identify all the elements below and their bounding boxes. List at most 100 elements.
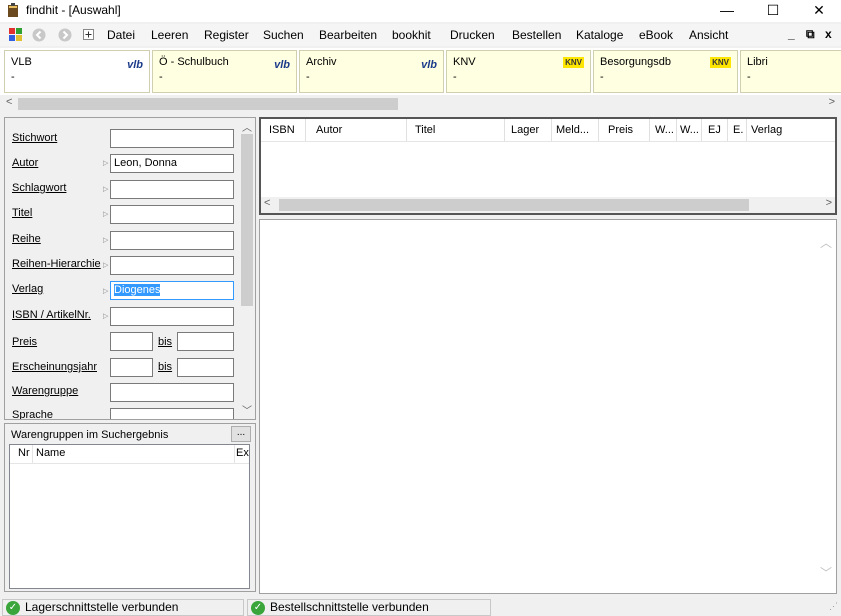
scroll-right-icon[interactable]: > [826, 197, 832, 209]
isbn-label: ISBN / ArtikelNr. [12, 309, 91, 321]
resize-grip-icon[interactable]: ⋰ [829, 601, 838, 612]
verlag-input-value: Diogenes [114, 284, 161, 296]
search-panel-scrollbar[interactable]: ︿ ﹀ [239, 118, 255, 419]
database-status: - [600, 71, 604, 83]
warengruppen-header: Warengruppen im Suchergebnis [11, 429, 169, 441]
preis-to-input[interactable] [177, 332, 234, 351]
back-icon[interactable] [32, 28, 46, 42]
titel-input[interactable] [110, 205, 234, 224]
column-header-preis[interactable]: Preis [608, 124, 633, 136]
header-divider [261, 141, 835, 142]
results-scrollbar[interactable]: < > [261, 197, 835, 213]
reihe-input[interactable] [110, 231, 234, 250]
database-tab-archiv[interactable]: Archiv - vlb [299, 50, 444, 93]
database-tab-vlb[interactable]: VLB - vlb [4, 50, 150, 93]
menu-ebook[interactable]: eBook [639, 28, 673, 42]
scroll-down-icon[interactable]: ﹀ [242, 402, 252, 417]
database-tab-besorgungsdb[interactable]: Besorgungsdb - KNV [593, 50, 738, 93]
mdi-restore-button[interactable]: ⧉ [806, 27, 815, 42]
more-button[interactable]: ... [231, 426, 251, 442]
column-header-ex[interactable]: Ex [236, 447, 249, 459]
scroll-up-icon[interactable]: ︿ [242, 119, 252, 134]
column-header-w2[interactable]: W... [680, 124, 699, 136]
column-divider [406, 119, 407, 141]
isbn-input[interactable] [110, 307, 234, 326]
results-grid[interactable]: ISBN Autor Titel Lager Meld... Preis W..… [259, 117, 837, 215]
column-header-titel[interactable]: Titel [415, 124, 435, 136]
warengruppen-list[interactable]: Nr Name Ex [9, 444, 250, 589]
database-tab-libri[interactable]: Libri - [740, 50, 841, 93]
database-name: Besorgungsdb [600, 56, 671, 68]
scroll-down-icon[interactable]: ﹀ [820, 564, 832, 581]
menu-datei[interactable]: Datei [107, 28, 135, 42]
column-header-name[interactable]: Name [36, 447, 65, 459]
expand-arrow-icon[interactable]: ▷ [103, 185, 108, 193]
expand-arrow-icon[interactable]: ▷ [103, 261, 108, 269]
column-header-meld[interactable]: Meld... [556, 124, 589, 136]
expand-arrow-icon[interactable]: ▷ [103, 312, 108, 320]
scroll-up-icon[interactable]: ︿ [820, 234, 832, 251]
menu-bookhit[interactable]: bookhit [392, 28, 431, 42]
database-scrollbar[interactable]: < > [4, 96, 837, 112]
mdi-close-button[interactable]: x [825, 27, 832, 41]
jahr-to-input[interactable] [177, 358, 234, 377]
jahr-from-input[interactable] [110, 358, 153, 377]
scrollbar-thumb[interactable] [279, 199, 749, 211]
expand-icon[interactable] [83, 29, 94, 40]
column-divider [32, 445, 33, 463]
preis-from-input[interactable] [110, 332, 153, 351]
menu-ansicht[interactable]: Ansicht [689, 28, 728, 42]
mdi-minimize-button[interactable]: _ [788, 27, 795, 41]
column-divider [234, 445, 235, 463]
database-tab-knv[interactable]: KNV - KNV [446, 50, 591, 93]
verlag-input[interactable]: Diogenes [110, 281, 234, 300]
column-header-nr[interactable]: Nr [18, 447, 30, 459]
close-button[interactable]: ✕ [796, 0, 841, 22]
menu-suchen[interactable]: Suchen [263, 28, 304, 42]
scrollbar-thumb[interactable] [18, 98, 398, 110]
expand-arrow-icon[interactable]: ▷ [103, 159, 108, 167]
scrollbar-thumb[interactable] [241, 134, 253, 306]
menu-bearbeiten[interactable]: Bearbeiten [319, 28, 377, 42]
scroll-right-icon[interactable]: > [829, 96, 835, 108]
column-header-isbn[interactable]: ISBN [269, 124, 295, 136]
database-name: Libri [747, 56, 768, 68]
column-header-ej[interactable]: EJ [708, 124, 721, 136]
detail-panel[interactable]: ︿ ﹀ [259, 219, 837, 594]
warengruppe-input[interactable] [110, 383, 234, 402]
column-header-e[interactable]: E. [733, 124, 743, 136]
menu-drucken[interactable]: Drucken [450, 28, 495, 42]
scroll-left-icon[interactable]: < [6, 96, 12, 108]
autor-input[interactable]: Leon, Donna [110, 154, 234, 173]
menu-register[interactable]: Register [204, 28, 249, 42]
menu-bestellen[interactable]: Bestellen [512, 28, 561, 42]
mdi-window-icon[interactable] [9, 28, 23, 42]
minimize-button[interactable]: — [704, 0, 750, 22]
database-name: VLB [11, 56, 32, 68]
expand-arrow-icon[interactable]: ▷ [103, 210, 108, 218]
database-tab-schulbuch[interactable]: Ö - Schulbuch - vlb [152, 50, 297, 93]
expand-arrow-icon[interactable]: ▷ [103, 287, 108, 295]
expand-arrow-icon[interactable]: ▷ [103, 236, 108, 244]
column-header-autor[interactable]: Autor [316, 124, 342, 136]
column-header-lager[interactable]: Lager [511, 124, 539, 136]
column-header-w1[interactable]: W... [655, 124, 674, 136]
menu-bar: Datei Leeren Register Suchen Bearbeiten … [0, 24, 841, 46]
status-bestellung-text: Bestellschnittstelle verbunden [270, 600, 429, 614]
sprache-input[interactable] [110, 408, 234, 419]
warengruppe-label: Warengruppe [12, 385, 79, 397]
database-status: - [747, 71, 751, 83]
stichwort-input[interactable] [110, 129, 234, 148]
scroll-left-icon[interactable]: < [264, 197, 270, 209]
forward-icon[interactable] [58, 28, 72, 42]
check-icon: ✓ [251, 601, 265, 615]
column-header-verlag[interactable]: Verlag [751, 124, 782, 136]
column-divider [676, 119, 677, 141]
search-panel: Stichwort Autor ▷ Leon, Donna Schlagwort… [4, 117, 256, 420]
maximize-button[interactable]: ☐ [750, 0, 796, 22]
menu-leeren[interactable]: Leeren [151, 28, 188, 42]
schlagwort-input[interactable] [110, 180, 234, 199]
menu-kataloge[interactable]: Kataloge [576, 28, 623, 42]
reihen-hierarchie-input[interactable] [110, 256, 234, 275]
column-divider [727, 119, 728, 141]
